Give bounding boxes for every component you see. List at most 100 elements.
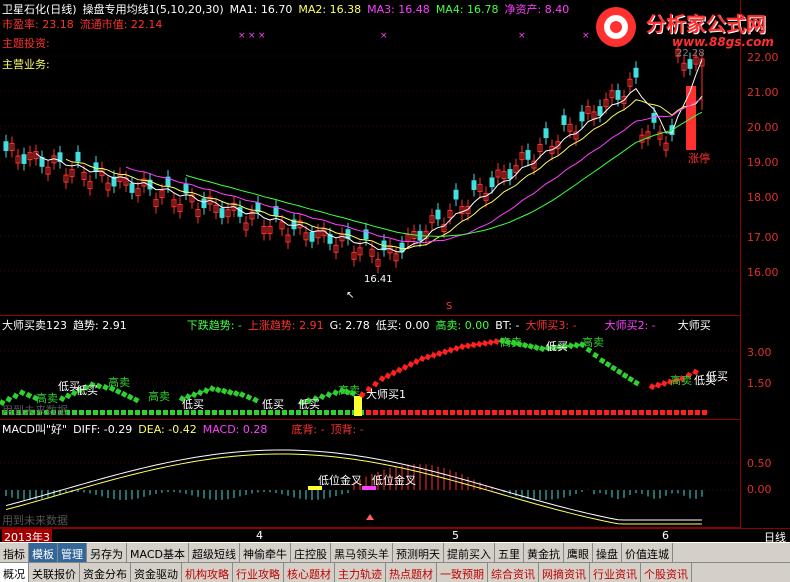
date-axis: 2013年3 4 5 6 日线	[0, 528, 790, 545]
tab-indicator[interactable]: 五里	[495, 543, 524, 562]
trend-dot	[627, 375, 635, 383]
tab-info[interactable]: 行业资讯	[590, 563, 641, 582]
tab-indicator[interactable]: 价值连城	[622, 543, 673, 562]
tab-info[interactable]: 一致预期	[437, 563, 488, 582]
tab-info[interactable]: 概况	[0, 563, 29, 582]
trend-square	[450, 410, 455, 415]
tab-info[interactable]: 综合资讯	[488, 563, 539, 582]
marker-x: ×	[238, 31, 246, 41]
marker-x: ×	[258, 31, 266, 41]
low-price-label: 16.41	[364, 274, 393, 285]
tab-info[interactable]: 核心题材	[284, 563, 335, 582]
signal-label: 高卖	[148, 390, 170, 403]
high-sell-value: 高卖: 0.00	[435, 319, 490, 332]
golden-cross-label: 低位金叉	[372, 474, 416, 487]
trend-square	[240, 410, 245, 415]
tab-info[interactable]: 机构攻略	[182, 563, 233, 582]
trend-square	[478, 410, 483, 415]
trend-dot	[441, 348, 449, 356]
tab-indicator[interactable]: 操盘	[593, 543, 622, 562]
master-trade-tick: 3.00	[747, 346, 772, 359]
tab-info[interactable]: 资金驱动	[131, 563, 182, 582]
macd-tick: 0.50	[747, 457, 772, 470]
trend-square	[429, 410, 434, 415]
tab-indicator[interactable]: 管理	[58, 543, 87, 562]
tab-indicator[interactable]: 超级短线	[189, 543, 240, 562]
tab-info[interactable]: 资金分布	[80, 563, 131, 582]
tab-indicator[interactable]: MACD基本	[127, 543, 189, 562]
trend-square	[380, 410, 385, 415]
tab-indicator[interactable]: 神偷牵牛	[240, 543, 291, 562]
master-trade-name[interactable]: 大师买卖123	[2, 319, 67, 332]
tab-info[interactable]: 主力轨迹	[335, 563, 386, 582]
candle-body	[489, 177, 495, 188]
tab-indicator[interactable]: 模板	[29, 543, 58, 562]
signal-label: 高卖	[582, 336, 604, 349]
trend-dot	[401, 363, 409, 371]
tab-indicator[interactable]: 另存为	[87, 543, 127, 562]
tab-indicator[interactable]: 提前买入	[444, 543, 495, 562]
trend-square	[373, 410, 378, 415]
trend-dot	[12, 392, 19, 400]
candle-body	[75, 151, 81, 162]
trend-square	[387, 410, 392, 415]
kline-header: 卫星石化(日线) 操盘专用均线1(5,10,20,30) MA1: 16.70 MA2…	[2, 1, 575, 17]
trend-dot	[424, 353, 432, 361]
tab-indicator[interactable]: 鹰眼	[564, 543, 593, 562]
tab-indicator[interactable]: 庄控股	[291, 543, 331, 562]
macd-value: MACD: 0.28	[202, 423, 268, 436]
trend-dot	[245, 393, 253, 401]
trend-dot	[533, 344, 540, 351]
signal-label: 高卖	[500, 336, 522, 349]
trend-square	[576, 410, 581, 415]
macd-pane[interactable]: MACD叫"好" DIFF: -0.29 DEA: -0.42 MACD: 0.28 底…	[0, 420, 740, 528]
tab-info[interactable]: 热点题材	[386, 563, 437, 582]
trend-square	[681, 410, 686, 415]
down-trend-value: 下跌趋势: -	[186, 319, 242, 332]
trend-square	[401, 410, 406, 415]
trend-dot	[252, 396, 259, 404]
trend-dot	[132, 396, 140, 404]
trend-square	[86, 410, 91, 415]
trend-square	[674, 410, 679, 415]
macd-name[interactable]: MACD叫"好"	[2, 423, 67, 436]
trend-dot	[378, 375, 386, 383]
low-arrow: ↖	[346, 290, 354, 301]
tab-indicator[interactable]: 预测明天	[393, 543, 444, 562]
tab-indicator[interactable]: 黑马领头羊	[331, 543, 393, 562]
trend-square	[128, 410, 133, 415]
trend-dot	[430, 351, 438, 359]
trend-square	[464, 410, 469, 415]
marker-x: ×	[380, 31, 388, 41]
tab-info[interactable]: 关联报价	[29, 563, 80, 582]
top-divergence: 顶背: -	[330, 423, 364, 436]
trend-dot	[407, 360, 415, 368]
trend-square	[345, 410, 350, 415]
master-trade-axis: 3.00 1.50	[740, 316, 790, 420]
trend-value: 趋势: 2.91	[73, 319, 127, 332]
future-data-watermark: 用到未来数据	[2, 404, 68, 417]
trend-dot	[610, 364, 618, 372]
trend-square	[485, 410, 490, 415]
trend-square	[625, 410, 630, 415]
trend-dot	[598, 357, 606, 365]
candle-body	[561, 115, 567, 126]
stock-title[interactable]: 卫星石化(日线)	[2, 3, 77, 16]
ma2-line	[65, 95, 703, 250]
trend-square	[597, 410, 602, 415]
trend-dot	[390, 369, 398, 377]
master-trade-pane[interactable]: 大师买卖123 趋势: 2.91 下跌趋势: - 上涨趋势: 2.91 G: 2.78 低…	[0, 316, 740, 420]
tab-info[interactable]: 网摘资讯	[539, 563, 590, 582]
trend-dot	[232, 390, 240, 397]
macd-header: MACD叫"好" DIFF: -0.29 DEA: -0.42 MACD: 0.28 底…	[2, 421, 370, 437]
tab-indicator[interactable]: 指标	[0, 543, 29, 562]
tab-indicator[interactable]: 黄金抗	[524, 543, 564, 562]
trend-square	[142, 410, 147, 415]
trend-square	[457, 410, 462, 415]
tab-info[interactable]: 行业攻略	[233, 563, 284, 582]
signal-label: 大师买1	[366, 388, 406, 401]
trend-dot	[418, 355, 426, 363]
candle-body	[507, 169, 513, 179]
business-label: 主营业务:	[2, 58, 50, 71]
tab-info[interactable]: 个股资讯	[641, 563, 692, 582]
